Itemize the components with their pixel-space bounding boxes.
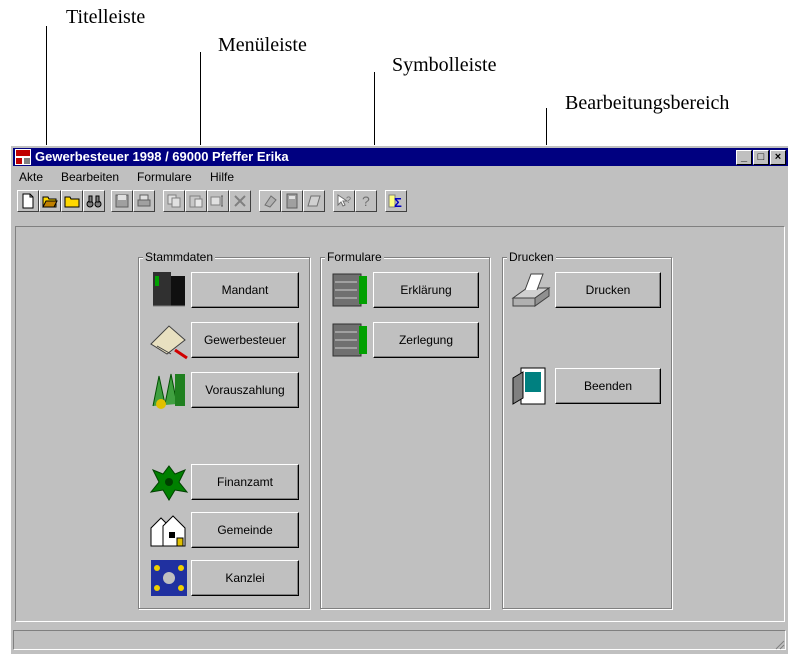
menu-bearbeiten[interactable]: Bearbeiten xyxy=(61,170,119,184)
vorauszahlung-icon xyxy=(149,370,189,410)
group-formulare: Formulare Erklärung Zerlegung xyxy=(320,250,490,609)
menu-hilfe[interactable]: Hilfe xyxy=(210,170,234,184)
drucken-button[interactable]: Drucken xyxy=(555,272,661,308)
gemeinde-button[interactable]: Gemeinde xyxy=(191,512,299,548)
app-icon[interactable] xyxy=(15,149,31,165)
svg-text:?: ? xyxy=(362,193,370,209)
kanzlei-icon xyxy=(149,558,189,598)
folder-icon[interactable] xyxy=(61,190,83,212)
gewerbesteuer-icon xyxy=(149,320,189,360)
group-title-formulare: Formulare xyxy=(325,250,384,264)
menu-akte[interactable]: Akte xyxy=(19,170,43,184)
application-window: Gewerbesteuer 1998 / 69000 Pfeffer Erika… xyxy=(10,145,788,654)
toolbar: ? ? Σ xyxy=(13,188,788,216)
minimize-button[interactable]: _ xyxy=(736,150,752,165)
gewerbesteuer-button[interactable]: Gewerbesteuer xyxy=(191,322,299,358)
callout-bearbeitungsbereich: Bearbeitungsbereich xyxy=(565,92,730,114)
insert-icon[interactable] xyxy=(207,190,229,212)
delete-icon[interactable] xyxy=(229,190,251,212)
beenden-button[interactable]: Beenden xyxy=(555,368,661,404)
finanzamt-icon xyxy=(149,462,189,502)
mandant-button[interactable]: Mandant xyxy=(191,272,299,308)
vorauszahlung-button[interactable]: Vorauszahlung xyxy=(191,372,299,408)
stamp-icon[interactable] xyxy=(259,190,281,212)
zerlegung-icon xyxy=(329,320,369,360)
svg-text:Σ: Σ xyxy=(394,195,402,209)
help-icon[interactable]: ? xyxy=(355,190,377,212)
menu-bar: Akte Bearbeiten Formulare Hilfe xyxy=(13,168,788,186)
zerlegung-button[interactable]: Zerlegung xyxy=(373,322,479,358)
finanzamt-button[interactable]: Finanzamt xyxy=(191,464,299,500)
sum-icon[interactable]: Σ xyxy=(385,190,407,212)
status-bar xyxy=(13,630,786,650)
resize-grip-icon[interactable] xyxy=(773,637,785,650)
erklaerung-icon xyxy=(329,270,369,310)
callout-menueleiste: Menüleiste xyxy=(218,34,307,56)
copy-icon[interactable] xyxy=(163,190,185,212)
gemeinde-icon xyxy=(149,510,189,550)
group-title-stammdaten: Stammdaten xyxy=(143,250,216,264)
callout-titelleiste: Titelleiste xyxy=(66,6,146,28)
svg-text:?: ? xyxy=(346,195,351,205)
maximize-button[interactable]: □ xyxy=(753,150,769,165)
calculator-icon[interactable] xyxy=(281,190,303,212)
exit-door-icon xyxy=(511,366,551,406)
notebook-icon[interactable] xyxy=(303,190,325,212)
kanzlei-button[interactable]: Kanzlei xyxy=(191,560,299,596)
binoculars-icon[interactable] xyxy=(83,190,105,212)
paste-icon[interactable] xyxy=(185,190,207,212)
whats-this-icon[interactable]: ? xyxy=(333,190,355,212)
open-folder-icon[interactable] xyxy=(39,190,61,212)
new-document-icon[interactable] xyxy=(17,190,39,212)
work-area: Stammdaten Mandant Gewerbesteuer Vorausz… xyxy=(15,226,785,622)
close-button[interactable]: × xyxy=(770,150,786,165)
printer-icon xyxy=(511,270,551,310)
group-stammdaten: Stammdaten Mandant Gewerbesteuer Vorausz… xyxy=(138,250,310,609)
menu-formulare[interactable]: Formulare xyxy=(137,170,192,184)
title-bar[interactable]: Gewerbesteuer 1998 / 69000 Pfeffer Erika… xyxy=(13,148,788,166)
group-drucken: Drucken Drucken Beenden xyxy=(502,250,672,609)
mandant-icon xyxy=(149,270,189,310)
callout-symbolleiste: Symbolleiste xyxy=(392,54,497,76)
save-icon[interactable] xyxy=(111,190,133,212)
erklaerung-button[interactable]: Erklärung xyxy=(373,272,479,308)
print-icon[interactable] xyxy=(133,190,155,212)
group-title-drucken: Drucken xyxy=(507,250,556,264)
window-title: Gewerbesteuer 1998 / 69000 Pfeffer Erika xyxy=(35,149,289,164)
